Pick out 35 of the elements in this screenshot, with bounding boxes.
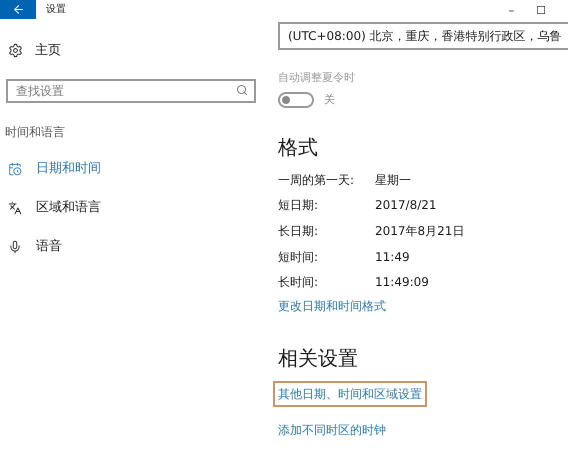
window-title: 设置	[46, 2, 66, 17]
section-title: 格式	[278, 134, 319, 160]
format-label: 短时间:	[278, 248, 320, 266]
format-value: 2017年8月21日	[375, 222, 464, 240]
related-link[interactable]: 其他日期、时间和区域设置	[273, 380, 427, 407]
toggle-state: 关	[324, 92, 335, 108]
format-link[interactable]: 更改日期和时间格式	[278, 296, 386, 315]
format-label: 长日期:	[278, 222, 320, 240]
calendar-icon	[8, 162, 22, 176]
microphone-icon	[8, 240, 22, 254]
maximize-button[interactable]: ☐	[536, 4, 546, 16]
related-link[interactable]: 添加不同时区的时钟	[273, 416, 391, 443]
search-icon	[236, 84, 248, 96]
nav-item[interactable]: 语音	[8, 238, 262, 256]
format-label: 短日期:	[278, 197, 320, 214]
minimize-button[interactable]: –	[508, 4, 514, 16]
gear-icon	[8, 43, 23, 58]
format-value: 11:49:09	[375, 274, 429, 292]
format-label: 长时间:	[278, 274, 320, 292]
format-label: 一周的第一天:	[278, 172, 356, 189]
search-field[interactable]: 查找设置	[6, 78, 256, 102]
nav-item[interactable]: 日期和时间	[8, 160, 262, 178]
timezone-dropdown[interactable]: (UTC+08:00) 北京，重庆，香港特别行政区，乌鲁	[278, 22, 568, 50]
dst-label: 自动调整夏令时	[278, 70, 356, 86]
home-link[interactable]: 主页	[35, 41, 61, 60]
back-arrow-icon	[12, 3, 24, 16]
dst-toggle[interactable]	[278, 92, 314, 108]
section-title: 相关设置	[278, 344, 359, 371]
format-value: 11:49	[375, 248, 410, 266]
format-value: 2017/8/21	[375, 197, 437, 214]
back-button[interactable]	[0, 0, 36, 19]
language-icon	[8, 200, 22, 214]
nav-item[interactable]: 区域和语言	[8, 198, 262, 216]
format-value: 星期一	[375, 172, 411, 189]
section-heading: 时间和语言	[5, 124, 66, 140]
